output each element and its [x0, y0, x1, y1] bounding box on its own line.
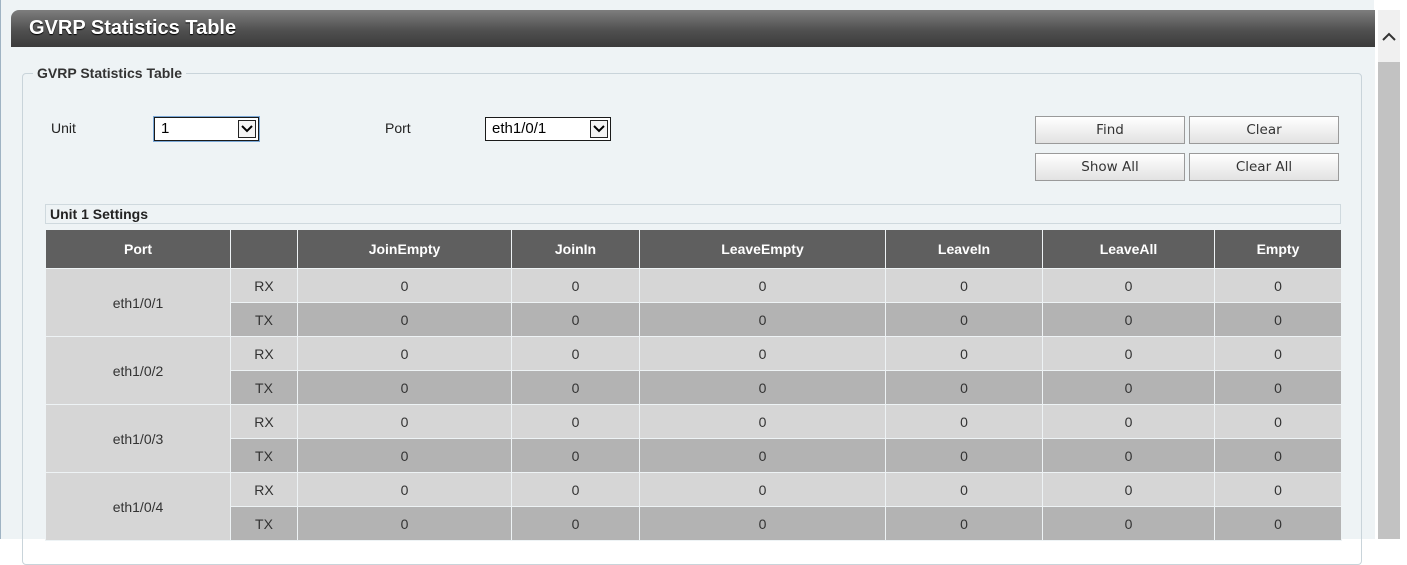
table-cell: 0 — [1214, 472, 1342, 507]
unit-settings-box: Unit 1 Settings — [45, 204, 1341, 224]
direction-cell: RX — [230, 336, 298, 371]
table-cell: 0 — [1042, 506, 1215, 541]
table-cell: 0 — [885, 472, 1043, 507]
clear-button[interactable]: Clear — [1189, 116, 1339, 144]
table-cell: 0 — [885, 506, 1043, 541]
table-cell: 0 — [511, 268, 640, 303]
direction-cell: TX — [230, 438, 298, 473]
table-cell: 0 — [297, 370, 512, 405]
table-cell: 0 — [639, 302, 886, 337]
unit-select[interactable]: 1 — [153, 116, 260, 142]
table-cell: 0 — [1214, 370, 1342, 405]
clear-all-button[interactable]: Clear All — [1189, 153, 1339, 181]
table-cell: 0 — [885, 370, 1043, 405]
table-cell: 0 — [297, 404, 512, 439]
port-select-value: eth1/0/1 — [492, 120, 547, 137]
table-cell: 0 — [639, 370, 886, 405]
table-cell: 0 — [639, 438, 886, 473]
table-cell: 0 — [639, 506, 886, 541]
table-cell: 0 — [1042, 370, 1215, 405]
port-cell: eth1/0/4 — [45, 472, 231, 541]
table-header-row: Port JoinEmpty JoinIn LeaveEmpty LeaveIn… — [45, 229, 1342, 269]
gvrp-statistics-table: Port JoinEmpty JoinIn LeaveEmpty LeaveIn… — [45, 229, 1342, 541]
chevron-down-icon[interactable] — [238, 120, 256, 138]
table-cell: 0 — [1214, 404, 1342, 439]
table-cell: 0 — [297, 336, 512, 371]
table-cell: 0 — [1042, 302, 1215, 337]
chevron-down-icon[interactable] — [590, 120, 608, 138]
table-cell: 0 — [297, 472, 512, 507]
direction-cell: RX — [230, 268, 298, 303]
table-cell: 0 — [297, 506, 512, 541]
page-frame: GVRP Statistics Table GVRP Statistics Ta… — [0, 0, 1375, 565]
table-cell: 0 — [1214, 302, 1342, 337]
table-cell: 0 — [885, 404, 1043, 439]
panel-legend: GVRP Statistics Table — [37, 65, 182, 81]
table-row: TX 0 0 0 0 0 0 — [46, 506, 1342, 541]
vertical-scrollbar[interactable] — [1378, 10, 1400, 539]
table-row: TX 0 0 0 0 0 0 — [46, 302, 1342, 337]
table-cell: 0 — [1214, 336, 1342, 371]
table-cell: 0 — [639, 404, 886, 439]
show-all-button[interactable]: Show All — [1035, 153, 1185, 181]
table-cell: 0 — [639, 268, 886, 303]
table-cell: 0 — [885, 268, 1043, 303]
column-header: LeaveAll — [1042, 229, 1215, 269]
table-row: TX 0 0 0 0 0 0 — [46, 370, 1342, 405]
table-cell: 0 — [511, 302, 640, 337]
port-cell: eth1/0/3 — [45, 404, 231, 473]
table-cell: 0 — [885, 438, 1043, 473]
table-cell: 0 — [511, 404, 640, 439]
unit-settings-title: Unit 1 Settings — [50, 206, 149, 222]
column-header: LeaveEmpty — [639, 229, 886, 269]
table-cell: 0 — [1214, 506, 1342, 541]
table-cell: 0 — [297, 268, 512, 303]
page-title: GVRP Statistics Table — [11, 10, 1375, 47]
unit-label: Unit — [51, 120, 76, 136]
column-header: JoinEmpty — [297, 229, 512, 269]
table-cell: 0 — [1042, 438, 1215, 473]
port-cell: eth1/0/1 — [45, 268, 231, 337]
direction-cell: TX — [230, 370, 298, 405]
column-header — [230, 229, 298, 269]
table-row: eth1/0/2 RX 0 0 0 0 0 0 — [45, 336, 1342, 405]
find-button[interactable]: Find — [1035, 116, 1185, 144]
table-cell: 0 — [1042, 336, 1215, 371]
table-row: TX 0 0 0 0 0 0 — [46, 438, 1342, 473]
table-cell: 0 — [511, 336, 640, 371]
table-cell: 0 — [297, 302, 512, 337]
port-label: Port — [385, 120, 411, 136]
table-cell: 0 — [885, 302, 1043, 337]
column-header: Port — [45, 229, 231, 269]
direction-cell: TX — [230, 302, 298, 337]
direction-cell: TX — [230, 506, 298, 541]
table-cell: 0 — [1214, 438, 1342, 473]
port-select[interactable]: eth1/0/1 — [485, 117, 611, 141]
chevron-up-icon[interactable] — [1378, 10, 1400, 62]
table-cell: 0 — [511, 438, 640, 473]
table-cell: 0 — [1214, 268, 1342, 303]
table-cell: 0 — [511, 472, 640, 507]
direction-cell: RX — [230, 404, 298, 439]
column-header: Empty — [1214, 229, 1342, 269]
column-header: LeaveIn — [885, 229, 1043, 269]
table-row: eth1/0/4 RX 0 0 0 0 0 0 — [45, 472, 1342, 541]
table-cell: 0 — [1042, 404, 1215, 439]
table-cell: 0 — [297, 438, 512, 473]
scrollbar-thumb[interactable] — [1378, 62, 1400, 539]
table-row: eth1/0/3 RX 0 0 0 0 0 0 — [45, 404, 1342, 473]
table-row: eth1/0/1 RX 0 0 0 0 0 0 — [45, 268, 1342, 337]
column-header: JoinIn — [511, 229, 640, 269]
port-cell: eth1/0/2 — [45, 336, 231, 405]
table-cell: 0 — [1042, 268, 1215, 303]
direction-cell: RX — [230, 472, 298, 507]
table-cell: 0 — [885, 336, 1043, 371]
table-cell: 0 — [511, 370, 640, 405]
table-cell: 0 — [511, 506, 640, 541]
table-cell: 0 — [639, 336, 886, 371]
table-cell: 0 — [1042, 472, 1215, 507]
table-cell: 0 — [639, 472, 886, 507]
unit-select-value: 1 — [161, 120, 170, 137]
